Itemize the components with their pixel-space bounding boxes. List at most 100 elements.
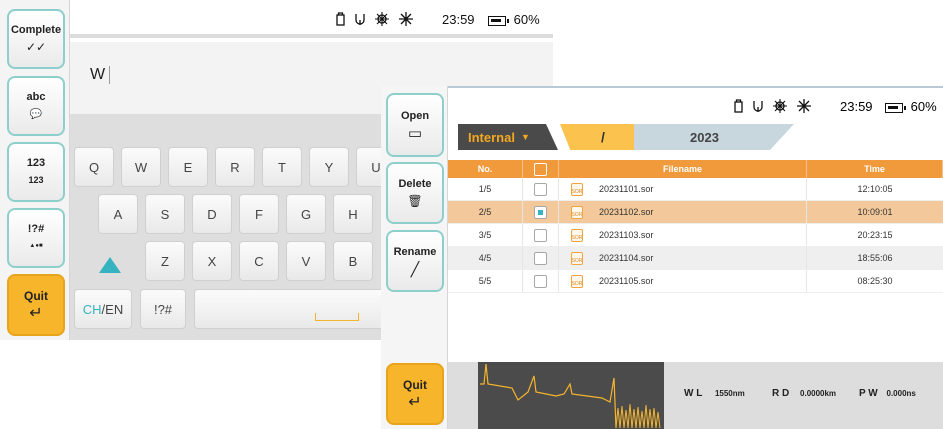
table-row[interactable]: 2/5 SOR 20231102.sor 10:09:01: [448, 201, 943, 224]
key-e[interactable]: E: [168, 147, 208, 187]
status-bar: 23:59 60%: [70, 0, 553, 38]
key-c[interactable]: C: [239, 241, 279, 281]
sor-file-icon: SOR: [571, 274, 583, 288]
space-bar-icon: [315, 313, 359, 321]
quit-button-files[interactable]: Quit ↵: [386, 363, 444, 425]
battery-percent-files: 60%: [910, 99, 937, 114]
otdr-trace-preview[interactable]: [478, 362, 664, 429]
range-readout: R D 0.0000km: [772, 388, 836, 399]
status-bar-files: 23:59 60%: [448, 86, 943, 122]
row-checkbox[interactable]: [534, 274, 547, 288]
key-a[interactable]: A: [98, 194, 138, 234]
table-row[interactable]: 4/5 SOR 20231104.sor 18:55:06: [448, 247, 943, 270]
row-checkbox[interactable]: [534, 205, 547, 219]
select-all-checkbox[interactable]: [534, 162, 547, 176]
key-t[interactable]: T: [262, 147, 302, 187]
shapes-icon: ▲●■: [29, 242, 43, 249]
keyboard-sidebar: Complete ✓✓ abc 💬 123 123 !?# ▲●■ Quit ↵: [0, 0, 70, 340]
header-time: Time: [807, 160, 943, 178]
plug-icon: [355, 14, 365, 25]
key-y[interactable]: Y: [309, 147, 349, 187]
numeric-icon: 123: [28, 174, 44, 185]
row-filename: 20231105.sor: [599, 276, 654, 286]
row-no: 4/5: [448, 247, 523, 269]
battery-icon: [885, 102, 906, 113]
lang-ch-label: CH: [82, 301, 102, 317]
lock-icon: [734, 101, 743, 113]
open-label: Open: [400, 109, 430, 122]
return-arrow-icon: ↵: [408, 393, 422, 411]
key-z[interactable]: Z: [145, 241, 185, 281]
numeric-mode-button[interactable]: 123 123: [7, 142, 65, 202]
quit-button[interactable]: Quit ↵: [7, 274, 65, 336]
battery-indicator-files: 60%: [885, 99, 937, 115]
sor-file-icon: SOR: [571, 205, 583, 219]
table-row[interactable]: 3/5 SOR 20231103.sor 20:23:15: [448, 224, 943, 247]
header-select-all[interactable]: [523, 160, 559, 178]
clock: 23:59: [442, 12, 475, 27]
rename-button[interactable]: Rename ╱: [386, 230, 444, 292]
dropdown-caret-icon: ▼: [520, 132, 530, 142]
status-icons-files: [734, 99, 811, 113]
complete-button[interactable]: Complete ✓✓: [7, 9, 65, 69]
pulse-width-readout: P W 0.000ns: [859, 388, 916, 399]
storage-selector[interactable]: Internal ▼: [458, 124, 558, 150]
language-toggle-key[interactable]: CH/EN: [74, 289, 132, 329]
wavelength-readout: W L 1550nm: [684, 388, 745, 399]
plug-icon: [753, 101, 763, 112]
delete-button[interactable]: Delete 🗑: [386, 162, 444, 224]
row-checkbox[interactable]: [534, 228, 547, 242]
key-b[interactable]: B: [333, 241, 373, 281]
quit-label: Quit: [24, 288, 48, 303]
shift-key[interactable]: [99, 257, 121, 273]
rd-value: 0.0000km: [800, 389, 837, 398]
row-filename: 20231103.sor: [599, 230, 654, 240]
chat-icon: 💬: [29, 108, 43, 120]
trash-icon: 🗑: [407, 193, 423, 208]
snowflake-icon: [797, 99, 811, 113]
table-row[interactable]: 1/5 SOR 20231101.sor 12:10:05: [448, 178, 943, 201]
rename-label: Rename: [393, 245, 437, 258]
key-f[interactable]: F: [239, 194, 279, 234]
key-g[interactable]: G: [286, 194, 326, 234]
open-button[interactable]: Open ▭: [386, 93, 444, 157]
header-filename: Filename: [559, 160, 807, 178]
header-no: No.: [448, 160, 523, 178]
row-checkbox[interactable]: [534, 251, 547, 265]
file-manager-screen: Open ▭ Delete 🗑 Rename ╱ Quit ↵ 23:59 60…: [381, 86, 943, 429]
key-s[interactable]: S: [145, 194, 185, 234]
row-time: 20:23:15: [857, 230, 893, 240]
table-row[interactable]: 5/5 SOR 20231105.sor 08:25:30: [448, 270, 943, 293]
complete-label: Complete: [10, 23, 62, 36]
sor-file-icon: SOR: [571, 251, 583, 265]
folder-crumb[interactable]: 2023: [634, 124, 794, 150]
row-no: 5/5: [448, 270, 523, 292]
text-caret: [109, 66, 111, 84]
row-checkbox[interactable]: [534, 182, 547, 196]
row-filename: 20231101.sor: [599, 184, 654, 194]
key-v[interactable]: V: [286, 241, 326, 281]
row-time: 08:25:30: [857, 276, 893, 286]
file-sidebar: Open ▭ Delete 🗑 Rename ╱ Quit ↵: [381, 86, 448, 429]
sor-file-icon: SOR: [571, 182, 583, 196]
key-h[interactable]: H: [333, 194, 373, 234]
status-icons: [336, 12, 413, 26]
symbols-key[interactable]: !?#: [140, 289, 186, 329]
path-separator[interactable]: /: [560, 124, 646, 150]
key-d[interactable]: D: [192, 194, 232, 234]
lock-icon: [336, 14, 345, 26]
key-w[interactable]: W: [121, 147, 161, 187]
rd-label: R D: [772, 388, 790, 399]
numeric-label: 123: [26, 156, 46, 169]
row-no: 3/5: [448, 224, 523, 246]
key-q[interactable]: Q: [74, 147, 114, 187]
folder-open-icon: ▭: [407, 124, 423, 142]
battery-icon: [488, 15, 509, 26]
symbol-mode-button[interactable]: !?# ▲●■: [7, 208, 65, 268]
text-input[interactable]: W: [90, 66, 111, 84]
key-r[interactable]: R: [215, 147, 255, 187]
key-x[interactable]: X: [192, 241, 232, 281]
abc-mode-button[interactable]: abc 💬: [7, 76, 65, 136]
wl-label: W L: [684, 388, 703, 399]
quit-label-files: Quit: [403, 377, 427, 392]
